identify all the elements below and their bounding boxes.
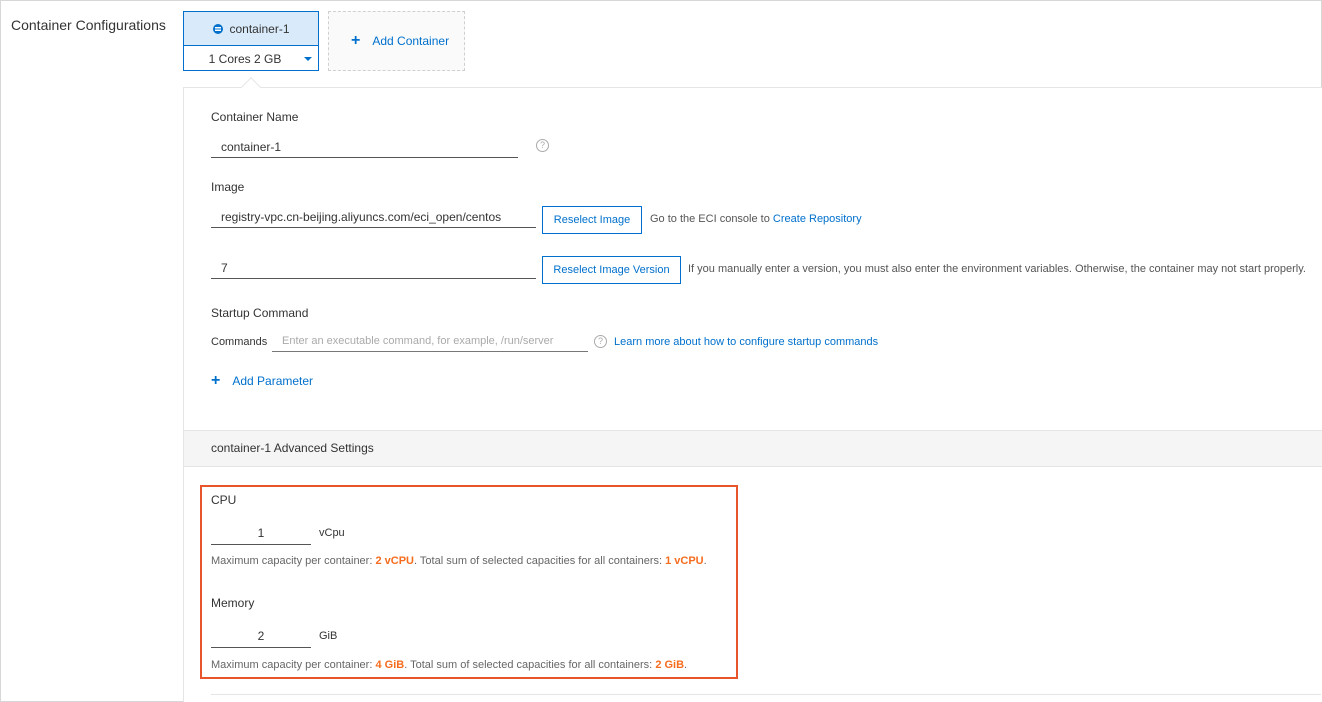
advanced-settings-header[interactable]: container-1 Advanced Settings: [184, 430, 1322, 467]
resource-highlight-box: [200, 485, 738, 679]
startup-command-help-link[interactable]: Learn more about how to configure startu…: [614, 336, 878, 348]
create-repository-hint-text: Go to the ECI console to: [650, 213, 770, 225]
caret-down-icon: [304, 57, 312, 61]
add-parameter-label: Add Parameter: [232, 374, 314, 388]
container-tab-header[interactable]: container-1: [184, 12, 318, 46]
container-spec-select[interactable]: 1 Cores 2 GB: [184, 46, 318, 71]
memory-unit: GiB: [319, 630, 338, 642]
help-icon[interactable]: ?: [594, 335, 607, 348]
memory-input[interactable]: 2: [211, 624, 311, 648]
divider: [211, 694, 1321, 695]
memory-capacity-note: Maximum capacity per container: 4 GiB. T…: [211, 659, 687, 671]
container-config-panel: Container Name container-1 ? Image regis…: [183, 87, 1322, 702]
cpu-cap-prefix: Maximum capacity per container:: [211, 555, 373, 567]
cpu-cap-mid: . Total sum of selected capacities for a…: [414, 555, 663, 567]
cpu-cap-end: .: [703, 555, 707, 567]
add-container-label: Add Container: [372, 34, 450, 48]
cpu-input[interactable]: 1: [211, 521, 311, 545]
image-version-hint: If you manually enter a version, you mus…: [688, 263, 1306, 275]
image-label: Image: [211, 180, 245, 194]
help-icon[interactable]: ?: [536, 139, 549, 152]
startup-command-label: Startup Command: [211, 306, 309, 320]
container-icon: [213, 23, 224, 34]
cpu-cap-max: 2 vCPU: [375, 555, 414, 567]
memory-cap-total: 2 GiB: [655, 659, 685, 671]
create-repository-hint: Go to the ECI console to Create Reposito…: [650, 213, 862, 225]
container-name-input[interactable]: container-1: [211, 136, 518, 158]
plus-icon: +: [211, 372, 221, 389]
plus-icon: +: [351, 32, 361, 49]
container-tab-name: container-1: [229, 21, 290, 36]
section-label: Container Configurations: [11, 17, 166, 33]
add-container-button[interactable]: + Add Container: [328, 11, 465, 71]
container-tab[interactable]: container-1 1 Cores 2 GB: [183, 11, 319, 71]
cpu-unit: vCpu: [319, 527, 345, 539]
cpu-label: CPU: [211, 493, 237, 507]
cpu-capacity-note: Maximum capacity per container: 2 vCPU. …: [211, 555, 707, 567]
reselect-image-version-button[interactable]: Reselect Image Version: [542, 256, 681, 284]
reselect-image-button[interactable]: Reselect Image: [542, 206, 642, 234]
commands-input[interactable]: Enter an executable command, for example…: [272, 330, 588, 352]
memory-cap-mid: . Total sum of selected capacities for a…: [404, 659, 653, 671]
container-spec-value: 1 Cores 2 GB: [208, 51, 282, 66]
image-version-input[interactable]: 7: [211, 257, 536, 279]
memory-label: Memory: [211, 596, 255, 610]
add-parameter-button[interactable]: + Add Parameter: [211, 373, 313, 389]
image-input[interactable]: registry-vpc.cn-beijing.aliyuncs.com/eci…: [211, 206, 536, 228]
commands-label: Commands: [211, 336, 268, 348]
memory-cap-end: .: [684, 659, 688, 671]
cpu-cap-total: 1 vCPU: [665, 555, 704, 567]
memory-cap-prefix: Maximum capacity per container:: [211, 659, 373, 671]
memory-cap-max: 4 GiB: [375, 659, 405, 671]
container-name-label: Container Name: [211, 110, 299, 124]
create-repository-link[interactable]: Create Repository: [773, 213, 862, 225]
